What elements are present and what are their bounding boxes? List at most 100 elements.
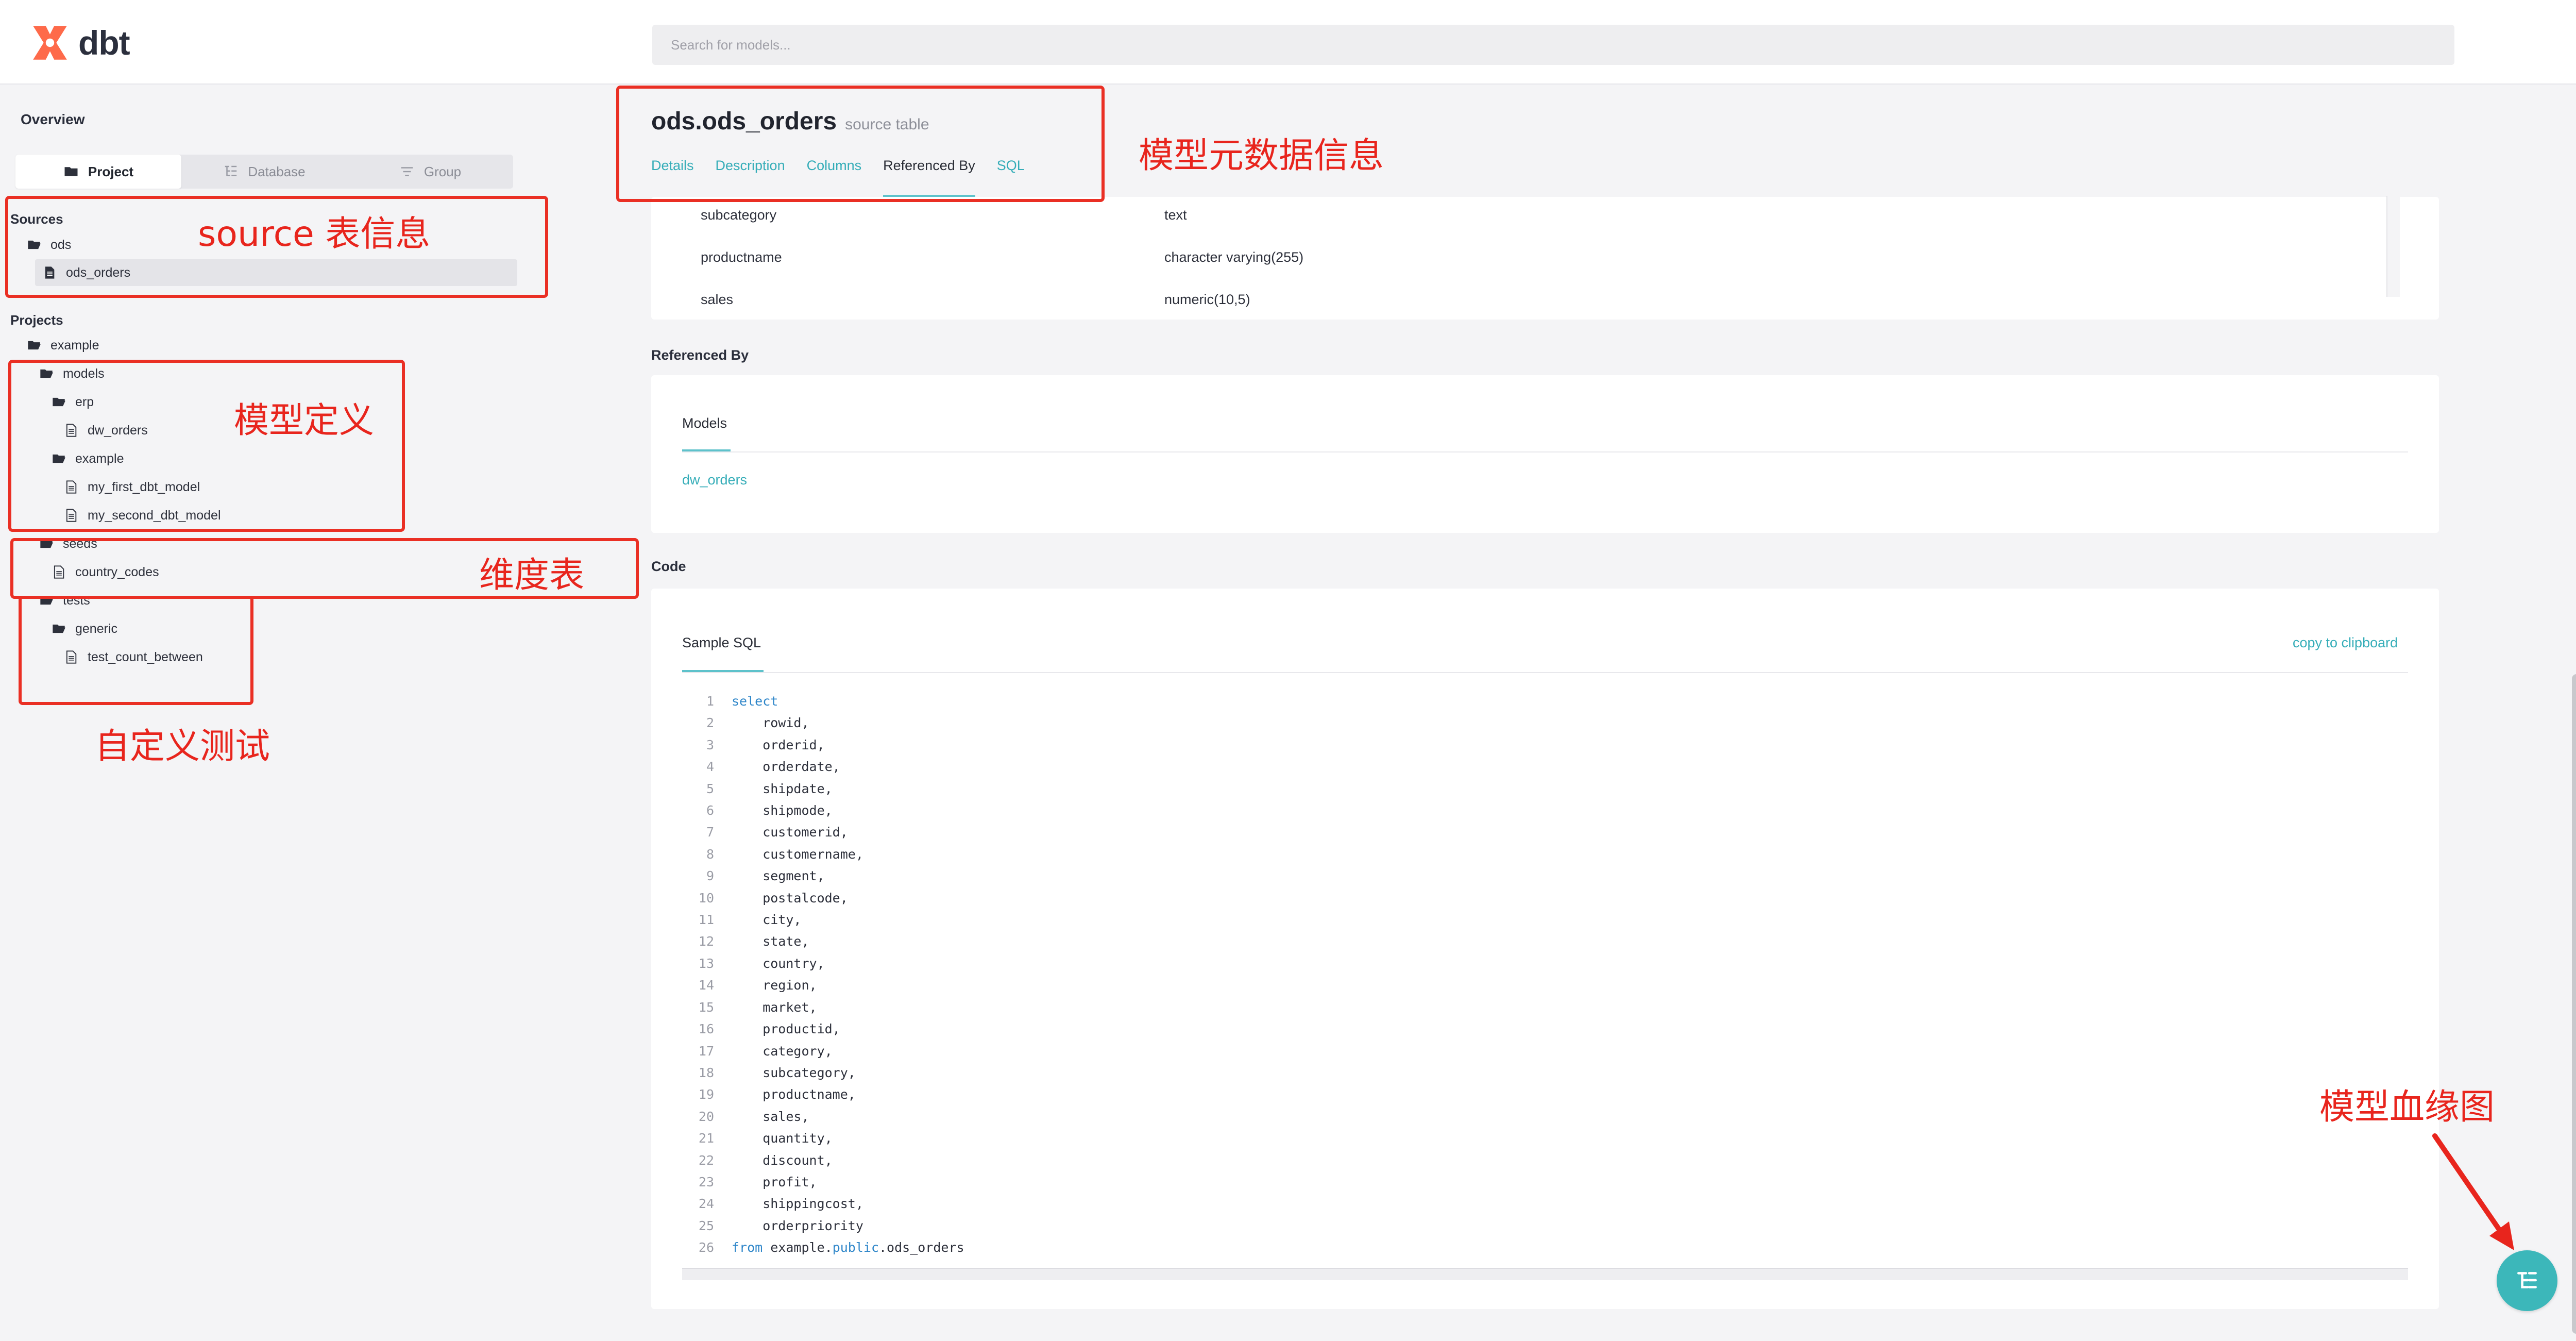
copy-to-clipboard-link[interactable]: copy to clipboard bbox=[2293, 635, 2398, 651]
annotation-custom-test: 自定义测试 bbox=[95, 726, 270, 767]
code-line: 13 country, bbox=[682, 953, 964, 975]
line-number: 7 bbox=[706, 825, 714, 840]
code-line: 7 customerid, bbox=[682, 822, 964, 843]
code-text: customerid, bbox=[732, 825, 848, 840]
code-text: shipmode, bbox=[732, 803, 833, 818]
code-text: country, bbox=[732, 956, 825, 971]
lineage-graph-button[interactable] bbox=[2497, 1250, 2557, 1311]
code-text: orderpriority bbox=[732, 1218, 863, 1233]
database-tree-icon bbox=[225, 165, 237, 176]
columns-scrollbar[interactable] bbox=[2386, 196, 2400, 297]
annotation-metadata: 模型元数据信息 bbox=[1139, 136, 1384, 176]
ref-link-dw-orders[interactable]: dw_orders bbox=[682, 472, 747, 488]
code-line: 21 quantity, bbox=[682, 1128, 964, 1149]
dbt-logo[interactable]: dbt bbox=[29, 22, 130, 64]
code-text: orderdate, bbox=[732, 759, 840, 775]
top-header: dbt bbox=[0, 0, 2576, 85]
code-line: 19 productname, bbox=[682, 1084, 964, 1105]
line-number: 12 bbox=[698, 934, 714, 949]
code-line: 10 postalcode, bbox=[682, 887, 964, 909]
line-number: 8 bbox=[706, 846, 714, 862]
code-text: market, bbox=[732, 999, 817, 1015]
code-line: 22 discount, bbox=[682, 1150, 964, 1171]
tab-database[interactable]: Database bbox=[181, 155, 347, 189]
column-name: subcategory bbox=[701, 207, 777, 223]
tree-folder-example[interactable]: example bbox=[27, 332, 99, 359]
referenced-by-heading: Referenced By bbox=[651, 347, 749, 363]
tab-group[interactable]: Group bbox=[347, 155, 513, 189]
folder-icon bbox=[64, 167, 78, 176]
annotation-lineage: 模型血缘图 bbox=[2319, 1087, 2495, 1128]
code-line: 11 city, bbox=[682, 909, 964, 931]
line-number: 4 bbox=[706, 759, 714, 775]
line-number: 22 bbox=[698, 1152, 714, 1168]
code-text: orderid, bbox=[732, 737, 825, 752]
line-number: 15 bbox=[698, 999, 714, 1015]
code-text: profit, bbox=[732, 1174, 817, 1189]
columns-card: subcategory text productname character v… bbox=[651, 197, 2439, 320]
annotation-source: source 表信息 bbox=[198, 214, 431, 255]
line-number: 14 bbox=[698, 978, 714, 993]
divider bbox=[682, 672, 2408, 673]
tab-project[interactable]: Project bbox=[15, 155, 181, 189]
lineage-tree-icon bbox=[2517, 1272, 2537, 1288]
code-line: 8 customername, bbox=[682, 844, 964, 865]
annotation-box-tests bbox=[19, 596, 253, 705]
tab-sample-sql[interactable]: Sample SQL bbox=[682, 635, 761, 651]
code-line: 18 subcategory, bbox=[682, 1062, 964, 1084]
code-text: state, bbox=[732, 934, 809, 949]
line-number: 10 bbox=[698, 890, 714, 906]
line-number: 5 bbox=[706, 781, 714, 796]
code-text: from example.public.ods_orders bbox=[732, 1240, 964, 1255]
code-text: region, bbox=[732, 978, 817, 993]
code-text: shipdate, bbox=[732, 781, 833, 796]
folder-open-icon bbox=[28, 341, 41, 350]
line-number: 26 bbox=[698, 1240, 714, 1255]
line-number: 3 bbox=[706, 737, 714, 752]
line-number: 16 bbox=[698, 1021, 714, 1037]
annotation-dimension: 维度表 bbox=[479, 555, 585, 596]
line-number: 2 bbox=[706, 715, 714, 731]
code-line: 5 shipdate, bbox=[682, 778, 964, 800]
code-text: quantity, bbox=[732, 1131, 833, 1146]
annotation-arrow bbox=[2432, 1133, 2514, 1250]
search-input[interactable] bbox=[652, 25, 2454, 65]
filter-lines-icon bbox=[401, 167, 413, 176]
code-text: rowid, bbox=[732, 715, 809, 731]
line-number: 13 bbox=[698, 956, 714, 971]
tab-label: Database bbox=[248, 163, 306, 179]
code-line: 16 productid, bbox=[682, 1018, 964, 1040]
code-text: discount, bbox=[732, 1152, 833, 1168]
code-line: 6 shipmode, bbox=[682, 800, 964, 822]
line-number: 19 bbox=[698, 1087, 714, 1102]
line-number: 20 bbox=[698, 1109, 714, 1124]
tab-models[interactable]: Models bbox=[682, 415, 727, 431]
code-line: 4 orderdate, bbox=[682, 756, 964, 778]
code-line: 12 state, bbox=[682, 931, 964, 952]
code-line: 9 segment, bbox=[682, 865, 964, 887]
sql-code-block: 1 select 2 rowid, 3 orderid, 4 orderdate, 5 s… bbox=[682, 691, 964, 1259]
tab-label: Group bbox=[423, 163, 462, 179]
code-text: customername, bbox=[732, 846, 863, 862]
annotation-box-models bbox=[8, 360, 405, 532]
sql-keyword: from bbox=[732, 1240, 763, 1255]
line-number: 6 bbox=[706, 803, 714, 818]
referenced-by-card bbox=[651, 375, 2439, 533]
tab-label: Project bbox=[88, 163, 134, 179]
code-resize-bar[interactable] bbox=[682, 1268, 2408, 1280]
code-line: 24 shippingcost, bbox=[682, 1193, 964, 1215]
code-line: 17 category, bbox=[682, 1041, 964, 1062]
code-line: 26 from example.public.ods_orders bbox=[682, 1237, 964, 1259]
code-heading: Code bbox=[651, 559, 686, 574]
divider bbox=[682, 451, 2408, 452]
line-number: 17 bbox=[698, 1043, 714, 1059]
code-line: 20 sales, bbox=[682, 1106, 964, 1128]
page-scrollbar[interactable] bbox=[2572, 674, 2576, 1334]
column-name: sales bbox=[701, 292, 734, 307]
code-line: 15 market, bbox=[682, 997, 964, 1018]
code-line: 2 rowid, bbox=[682, 712, 964, 734]
column-type: text bbox=[1164, 207, 1187, 223]
sql-keyword: select bbox=[732, 694, 778, 709]
overview-title[interactable]: Overview bbox=[21, 111, 85, 128]
sql-schema: public bbox=[832, 1240, 879, 1255]
